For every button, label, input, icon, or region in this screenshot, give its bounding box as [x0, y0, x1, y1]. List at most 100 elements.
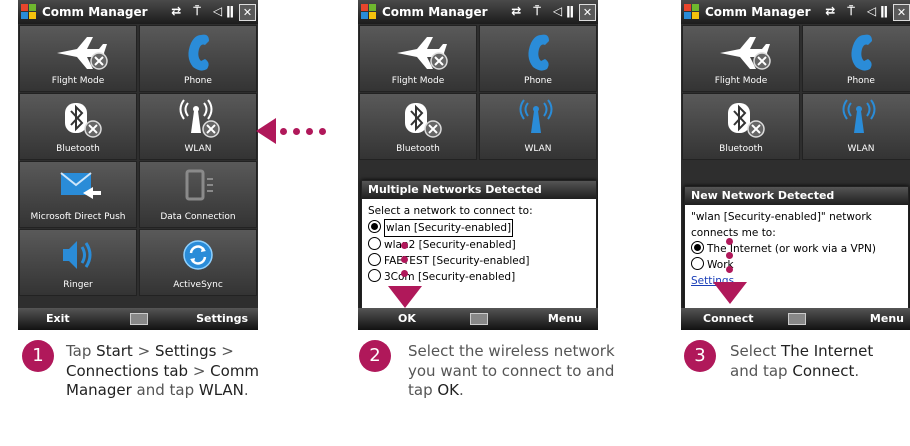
- tile-wlan[interactable]: WLAN: [479, 93, 597, 160]
- data-connection-icon: [185, 169, 213, 201]
- network-label: wlan [Security-enabled]: [384, 219, 514, 237]
- tile-flight-mode[interactable]: Flight Mode: [359, 25, 477, 92]
- connect-option-internet[interactable]: The Internet (or work via a VPN): [691, 241, 902, 257]
- tile-label: Ringer: [63, 280, 93, 290]
- tile-label: Phone: [524, 76, 552, 86]
- step-keyword: The Internet: [781, 342, 874, 360]
- step-instruction: Select The Internet and tap Connect.: [730, 342, 905, 381]
- soft-key-bar: Exit Settings: [18, 308, 258, 330]
- tile-phone[interactable]: Phone: [139, 25, 257, 92]
- radio-button[interactable]: [691, 257, 704, 270]
- tile-bluetooth[interactable]: Bluetooth: [359, 93, 477, 160]
- app-title: Comm Manager: [705, 5, 811, 19]
- step-text: Select: [730, 342, 782, 360]
- windows-start-icon[interactable]: [20, 3, 38, 21]
- app-title: Comm Manager: [382, 5, 488, 19]
- tile-activesync[interactable]: ActiveSync: [139, 229, 257, 296]
- menu-softkey[interactable]: Menu: [870, 312, 904, 325]
- tile-label: Flight Mode: [51, 76, 105, 86]
- pointer-dot: [293, 128, 300, 135]
- windows-start-icon[interactable]: [360, 3, 378, 21]
- screen-comm-manager-1: Comm Manager ⇄ ⍑ ◁ǁ ✕ Flight Mode Phone …: [18, 0, 258, 330]
- close-icon[interactable]: ✕: [579, 4, 596, 21]
- tile-label: WLAN: [847, 144, 875, 154]
- pointer-arrow: [256, 118, 326, 144]
- tile-direct-push[interactable]: Microsoft Direct Push: [19, 161, 137, 228]
- menu-softkey[interactable]: Menu: [548, 312, 582, 325]
- step-text: >: [132, 342, 155, 360]
- radio-button[interactable]: [368, 237, 381, 250]
- tile-bluetooth[interactable]: Bluetooth: [19, 93, 137, 160]
- close-icon[interactable]: ✕: [893, 4, 910, 21]
- bluetooth-icon: [65, 103, 102, 138]
- tile-phone[interactable]: Phone: [802, 25, 910, 92]
- settings-softkey[interactable]: Settings: [196, 312, 248, 325]
- phone-icon: [851, 34, 872, 71]
- radio-button[interactable]: [368, 220, 381, 233]
- arrowhead-left-icon: [256, 118, 276, 144]
- tile-bluetooth[interactable]: Bluetooth: [682, 93, 800, 160]
- dialog-title: Multiple Networks Detected: [362, 181, 596, 199]
- pointer-dot: [726, 238, 733, 245]
- app-title: Comm Manager: [42, 5, 148, 19]
- tile-flight-mode[interactable]: Flight Mode: [682, 25, 800, 92]
- tile-wlan[interactable]: WLAN: [139, 93, 257, 160]
- tile-label: WLAN: [524, 144, 552, 154]
- connect-option-work[interactable]: Work: [691, 257, 902, 273]
- status-icons: ⇄ ⍑ ◁ǁ: [171, 4, 238, 18]
- radio-button[interactable]: [368, 253, 381, 266]
- airplane-icon: [720, 37, 771, 70]
- tile-ringer[interactable]: Ringer: [19, 229, 137, 296]
- connect-softkey[interactable]: Connect: [703, 312, 754, 325]
- keyboard-icon[interactable]: [787, 313, 806, 325]
- tile-flight-mode[interactable]: Flight Mode: [19, 25, 137, 92]
- tile-data-connection[interactable]: Data Connection: [139, 161, 257, 228]
- dialog-title: New Network Detected: [685, 187, 908, 205]
- step-number-badge: 2: [359, 340, 391, 372]
- keyboard-icon[interactable]: [130, 313, 148, 325]
- airplane-icon: [397, 37, 448, 70]
- status-icons: ⇄ ⍑ ◁ǁ: [511, 4, 578, 18]
- step-keyword: OK: [437, 381, 460, 399]
- network-option[interactable]: wlan [Security-enabled]: [368, 219, 590, 237]
- keyboard-icon[interactable]: [470, 313, 488, 325]
- arrowhead-down-icon: [713, 282, 747, 304]
- ok-softkey[interactable]: OK: [398, 312, 416, 325]
- radio-button[interactable]: [368, 269, 381, 282]
- windows-start-icon[interactable]: [683, 3, 701, 21]
- radio-button[interactable]: [691, 241, 704, 254]
- step-text: .: [243, 381, 249, 399]
- pointer-dot: [401, 256, 408, 263]
- speaker-icon: [63, 241, 92, 269]
- phone-icon: [188, 34, 209, 71]
- status-icons: ⇄ ⍑ ◁ǁ: [825, 4, 892, 18]
- tile-wlan[interactable]: WLAN: [802, 93, 910, 160]
- tile-phone[interactable]: Phone: [479, 25, 597, 92]
- screen-comm-manager-3: Comm Manager ⇄ ⍑ ◁ǁ ✕ Flight Mode Phone …: [681, 0, 910, 330]
- title-bar: Comm Manager ⇄ ⍑ ◁ǁ ✕: [358, 0, 598, 24]
- dialog-body: Select a network to connect to: wlan [Se…: [362, 199, 596, 289]
- activesync-icon: [183, 240, 213, 270]
- pointer-dot: [401, 270, 408, 277]
- soft-key-bar: Connect Menu: [681, 308, 910, 330]
- tile-label: WLAN: [184, 144, 212, 154]
- bluetooth-icon: [728, 103, 765, 138]
- step-instruction: Select the wireless network you want to …: [408, 342, 618, 401]
- tile-label: Flight Mode: [714, 76, 768, 86]
- step-text: >: [216, 342, 234, 360]
- tile-label: Data Connection: [160, 212, 236, 222]
- bluetooth-icon: [405, 103, 442, 138]
- tile-label: ActiveSync: [173, 280, 223, 290]
- wlan-icon: [519, 99, 553, 133]
- tile-label: Bluetooth: [56, 144, 100, 154]
- dialog-prompt: Select a network to connect to:: [368, 205, 533, 217]
- step-text: and tap: [730, 361, 793, 380]
- dialog-body: "wlan [Security-enabled]" network connec…: [685, 205, 908, 293]
- step-keyword: Start: [96, 342, 133, 360]
- pointer-dot: [726, 252, 733, 259]
- step-keyword: Connect: [792, 361, 855, 380]
- arrowhead-down-icon: [388, 286, 422, 308]
- exit-softkey[interactable]: Exit: [46, 312, 70, 325]
- close-icon[interactable]: ✕: [239, 4, 256, 21]
- dialog-message: "wlan [Security-enabled]" network connec…: [691, 211, 872, 239]
